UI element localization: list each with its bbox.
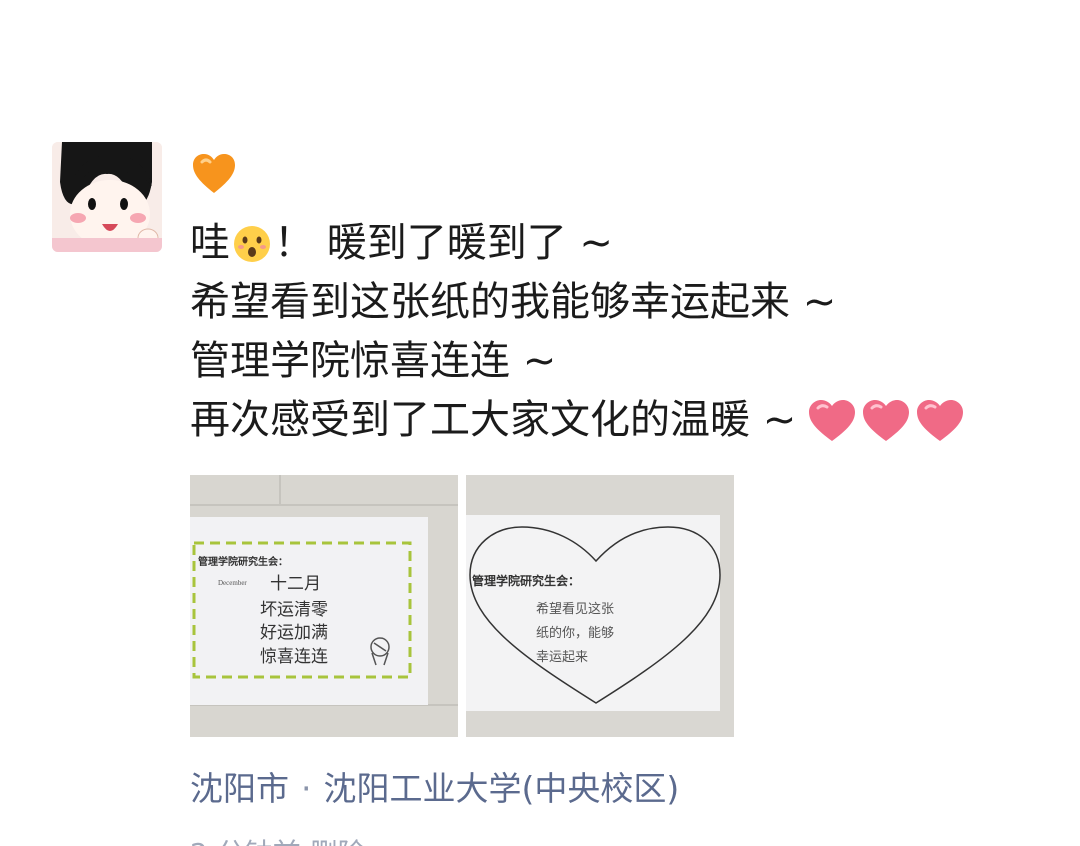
surprised-face-icon (234, 225, 270, 262)
avatar[interactable] (52, 142, 162, 252)
avatar-image (52, 142, 162, 252)
post-line-text: 再次感受到了工大家文化的温暖 ~ (190, 397, 797, 443)
post-meta-partial: 2 分钟前 删除 (190, 832, 366, 846)
post-line-4: 再次感受到了工大家文化的温暖 ~ (190, 391, 1060, 450)
photo-2-line-2: 纸的你，能够 (536, 625, 614, 640)
location-link[interactable]: 沈阳市 · 沈阳工业大学(中央校区) (190, 762, 679, 810)
location-place: 沈阳工业大学(中央校区) (323, 769, 680, 808)
orange-heart-icon (190, 150, 1060, 204)
post-text: 哇 ！ 暖到了暖到了 ~ 希望看到这张纸的我能够幸运起来 ~ 管理学院惊喜连连 … (190, 214, 1060, 450)
photo-1-line-1: 坏运清零 (260, 600, 328, 619)
photo-1-month-cn: 十二月 (270, 574, 321, 593)
pink-heart-icon (863, 399, 910, 441)
post-line-text: 哇 (190, 220, 230, 266)
photo-1-org: 管理学院研究生会： (198, 555, 288, 568)
post-line-3: 管理学院惊喜连连 ~ (190, 338, 557, 384)
photo-1-month-en: December (218, 579, 247, 587)
photo-2-org: 管理学院研究生会： (472, 573, 580, 588)
photo-2-line-1: 希望看见这张 (536, 601, 614, 616)
hearts-group (806, 397, 966, 445)
post-content: 哇 ！ 暖到了暖到了 ~ 希望看到这张纸的我能够幸运起来 ~ 管理学院惊喜连连 … (190, 150, 1060, 450)
location-city: 沈阳市 (190, 769, 289, 808)
photo-1[interactable]: 管理学院研究生会： December 十二月 坏运清零 好运加满 惊喜连连 (190, 475, 458, 737)
photo-2[interactable]: 管理学院研究生会： 希望看见这张 纸的你，能够 幸运起来 (466, 475, 734, 737)
post-line-1: 哇 ！ 暖到了暖到了 ~ (190, 214, 1060, 273)
post-line-text: ！ 暖到了暖到了 ~ (274, 220, 613, 266)
moments-post: 哇 ！ 暖到了暖到了 ~ 希望看到这张纸的我能够幸运起来 ~ 管理学院惊喜连连 … (0, 0, 1080, 846)
pink-heart-icon (809, 399, 856, 441)
photo-grid: 管理学院研究生会： December 十二月 坏运清零 好运加满 惊喜连连 管理… (190, 475, 734, 737)
post-line-2: 希望看到这张纸的我能够幸运起来 ~ (190, 279, 837, 325)
photo-1-line-3: 惊喜连连 (260, 647, 328, 666)
photo-1-line-2: 好运加满 (260, 623, 328, 642)
location-separator: · (301, 769, 312, 808)
pink-heart-icon (917, 399, 964, 441)
photo-2-line-3: 幸运起来 (536, 649, 588, 664)
